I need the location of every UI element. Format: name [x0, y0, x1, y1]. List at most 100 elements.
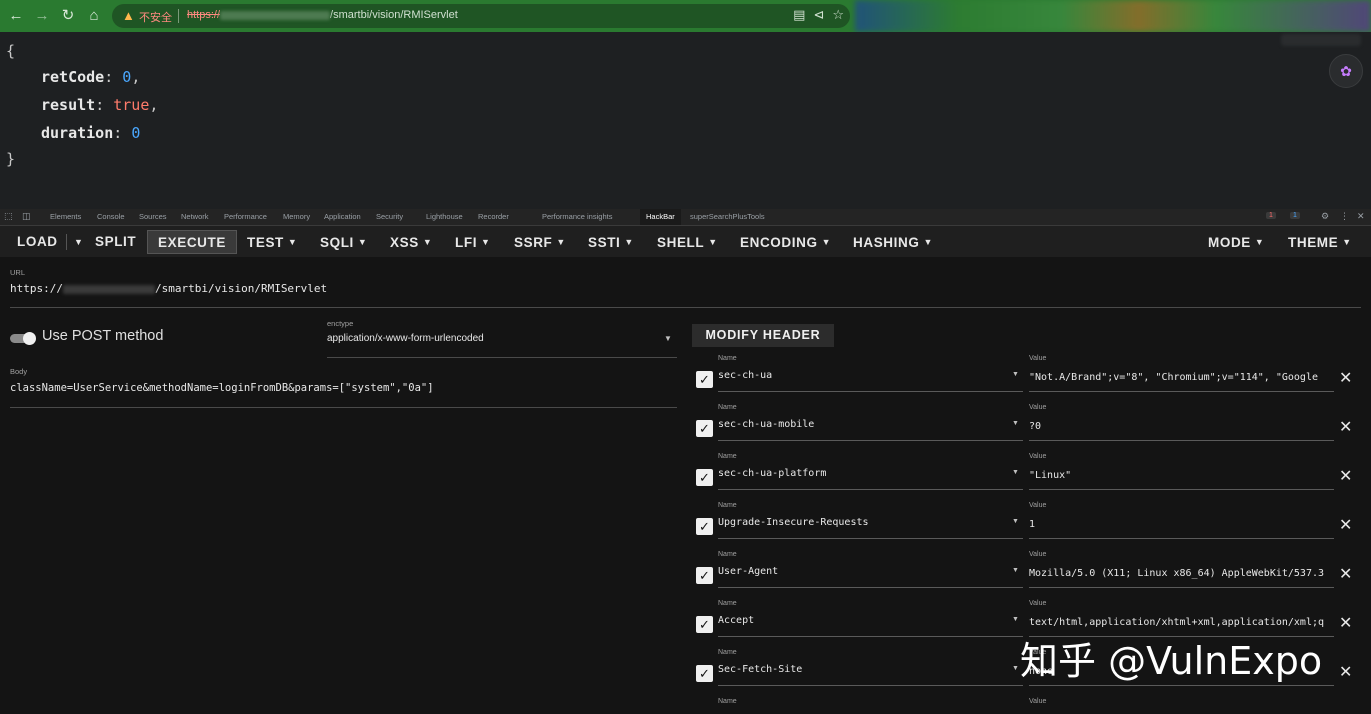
- post-method-toggle[interactable]: [10, 332, 36, 345]
- chevron-down-icon: ▼: [287, 237, 298, 247]
- split-button[interactable]: SPLIT: [95, 230, 136, 254]
- header-value-input[interactable]: "Not.A/Brand";v="8", "Chromium";v="114",…: [1029, 372, 1334, 383]
- tab-memory[interactable]: Memory: [283, 212, 310, 221]
- chevron-down-icon[interactable]: ▼: [664, 334, 672, 343]
- header-name-input[interactable]: Upgrade-Insecure-Requests: [718, 517, 869, 528]
- devtools-tabbar: ⬚ ◫ Elements Console Sources Network Per…: [0, 209, 1371, 226]
- load-dropdown-chevron-icon[interactable]: ▼: [70, 230, 84, 254]
- header-value-label: Value: [1029, 698, 1047, 705]
- blurred-hint: [1281, 34, 1361, 46]
- post-method-label: Use POST method: [42, 328, 164, 344]
- redacted-host: [220, 10, 331, 20]
- delete-header-icon[interactable]: ✕: [1339, 515, 1352, 535]
- omnibox-actions: ▤ ⊲ ☆: [793, 7, 844, 23]
- header-name-input[interactable]: User-Agent: [718, 566, 778, 577]
- execute-button[interactable]: EXECUTE: [147, 230, 237, 254]
- forward-arrow-icon[interactable]: →: [32, 6, 52, 26]
- ssti-menu-button[interactable]: SSTI ▼: [588, 230, 634, 254]
- lfi-menu-button[interactable]: LFI ▼: [455, 230, 491, 254]
- header-value-label: Value: [1029, 502, 1047, 509]
- tab-supersearchplustools[interactable]: superSearchPlusTools: [690, 212, 765, 221]
- body-textarea[interactable]: className=UserService&methodName=loginFr…: [10, 382, 434, 394]
- error-count-badge[interactable]: 1: [1266, 212, 1276, 219]
- header-enabled-checkbox[interactable]: ✓: [696, 518, 713, 535]
- delete-header-icon[interactable]: ✕: [1339, 466, 1352, 486]
- more-vertical-icon[interactable]: ⋮: [1340, 211, 1349, 222]
- tab-lighthouse[interactable]: Lighthouse: [426, 212, 463, 221]
- home-icon[interactable]: ⌂: [84, 6, 104, 26]
- translate-icon[interactable]: ▤: [793, 7, 805, 23]
- header-row: ✓ Name sec-ch-ua-mobile ▼ Value ?0 ✕: [692, 404, 1371, 453]
- url-input[interactable]: https:///smartbi/vision/RMIServlet: [10, 282, 327, 295]
- header-enabled-checkbox[interactable]: ✓: [696, 665, 713, 682]
- delete-header-icon[interactable]: ✕: [1339, 417, 1352, 437]
- back-arrow-icon[interactable]: ←: [6, 6, 26, 26]
- address-bar[interactable]: ▲ 不安全 https:///smartbi/vision/RMIServlet…: [112, 4, 850, 28]
- device-toolbar-icon[interactable]: ◫: [22, 211, 31, 222]
- chevron-down-icon[interactable]: ▼: [1012, 469, 1019, 476]
- ssrf-menu-button[interactable]: SSRF ▼: [514, 230, 566, 254]
- close-icon[interactable]: ✕: [1357, 211, 1365, 222]
- xss-menu-button[interactable]: XSS ▼: [390, 230, 432, 254]
- header-enabled-checkbox[interactable]: ✓: [696, 420, 713, 437]
- message-count-badge[interactable]: 1: [1290, 212, 1300, 219]
- json-open-brace: {: [6, 42, 16, 60]
- tab-elements[interactable]: Elements: [50, 212, 81, 221]
- tab-application[interactable]: Application: [324, 212, 361, 221]
- header-enabled-checkbox[interactable]: ✓: [696, 616, 713, 633]
- tab-network[interactable]: Network: [181, 212, 209, 221]
- tab-sources[interactable]: Sources: [139, 212, 167, 221]
- toolbar-divider: [66, 234, 67, 250]
- chevron-down-icon[interactable]: ▼: [1012, 518, 1019, 525]
- tab-recorder[interactable]: Recorder: [478, 212, 509, 221]
- chevron-down-icon[interactable]: ▼: [1012, 616, 1019, 623]
- tab-hackbar[interactable]: HackBar: [640, 209, 681, 225]
- header-enabled-checkbox[interactable]: ✓: [696, 567, 713, 584]
- tab-performance[interactable]: Performance: [224, 212, 267, 221]
- header-name-input[interactable]: sec-ch-ua-mobile: [718, 419, 814, 430]
- gear-icon[interactable]: ⚙: [1321, 211, 1329, 222]
- header-name-input[interactable]: Sec-Fetch-Site: [718, 664, 802, 675]
- theme-menu-button[interactable]: THEME ▼: [1288, 230, 1352, 254]
- sqli-menu-button[interactable]: SQLI ▼: [320, 230, 367, 254]
- enctype-underline: [327, 357, 677, 358]
- tab-console[interactable]: Console: [97, 212, 125, 221]
- header-enabled-checkbox[interactable]: ✓: [696, 469, 713, 486]
- delete-header-icon[interactable]: ✕: [1339, 368, 1352, 388]
- header-value-input[interactable]: "Linux": [1029, 470, 1334, 481]
- hashing-menu-button[interactable]: HASHING ▼: [853, 230, 933, 254]
- delete-header-icon[interactable]: ✕: [1339, 564, 1352, 584]
- chevron-down-icon[interactable]: ▼: [1012, 665, 1019, 672]
- chevron-down-icon[interactable]: ▼: [1012, 420, 1019, 427]
- share-icon[interactable]: ⊲: [813, 7, 824, 23]
- header-name-input[interactable]: sec-ch-ua: [718, 370, 772, 381]
- chevron-down-icon[interactable]: ▼: [1012, 371, 1019, 378]
- enctype-select[interactable]: application/x-www-form-urlencoded: [327, 333, 484, 344]
- header-enabled-checkbox[interactable]: ✓: [696, 371, 713, 388]
- mode-menu-button[interactable]: MODE ▼: [1208, 230, 1264, 254]
- tab-performance-insights[interactable]: Performance insights: [542, 212, 612, 221]
- bookmark-star-icon[interactable]: ☆: [832, 7, 844, 23]
- delete-header-icon[interactable]: ✕: [1339, 662, 1352, 682]
- header-value-input[interactable]: 1: [1029, 519, 1334, 530]
- reload-icon[interactable]: ↻: [58, 6, 78, 26]
- shell-menu-button[interactable]: SHELL ▼: [657, 230, 718, 254]
- encoding-menu-button[interactable]: ENCODING ▼: [740, 230, 831, 254]
- modify-header-button[interactable]: MODIFY HEADER: [692, 324, 834, 347]
- chevron-down-icon: ▼: [1254, 237, 1265, 247]
- load-button[interactable]: LOAD: [17, 230, 58, 254]
- hackbar-toolbar: LOAD ▼ SPLIT EXECUTE TEST ▼ SQLI ▼ XSS ▼ LF…: [0, 226, 1371, 257]
- header-value-input[interactable]: ?0: [1029, 421, 1334, 432]
- delete-header-icon[interactable]: ✕: [1339, 613, 1352, 633]
- header-value-input[interactable]: text/html,application/xhtml+xml,applicat…: [1029, 617, 1334, 628]
- extensions-strip[interactable]: [855, 0, 1371, 32]
- chevron-down-icon[interactable]: ▼: [1012, 567, 1019, 574]
- header-name-input[interactable]: Accept: [718, 615, 754, 626]
- header-name-label: Name: [718, 502, 737, 509]
- assistant-brain-icon[interactable]: ✿: [1329, 54, 1363, 88]
- test-menu-button[interactable]: TEST ▼: [247, 230, 297, 254]
- header-value-input[interactable]: Mozilla/5.0 (X11; Linux x86_64) AppleWeb…: [1029, 568, 1334, 579]
- inspect-element-icon[interactable]: ⬚: [4, 211, 13, 222]
- tab-security[interactable]: Security: [376, 212, 403, 221]
- header-name-input[interactable]: sec-ch-ua-platform: [718, 468, 826, 479]
